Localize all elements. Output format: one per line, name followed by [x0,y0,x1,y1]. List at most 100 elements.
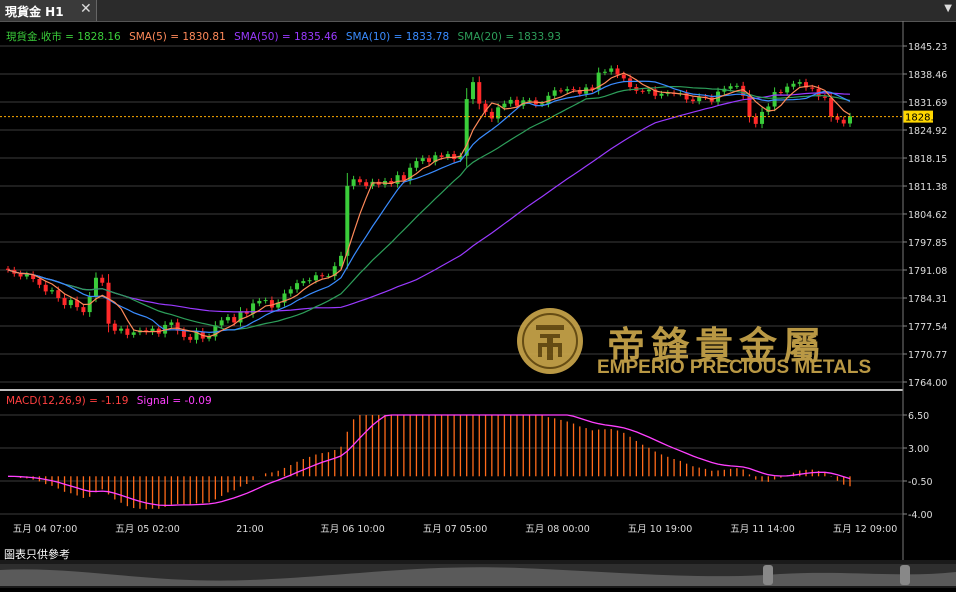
price-legend: 現貨金.收市 = 1828.16 SMA(5) = 1830.81 SMA(50… [6,30,561,43]
y-tick-label: 1797.85 [908,238,947,249]
legend-close: 現貨金.收市 = 1828.16 [6,30,121,43]
chevron-down-icon[interactable]: ▼ [944,3,952,14]
candle-body [414,161,419,168]
candle-body [18,273,23,277]
candle-body [219,320,224,326]
macd-legend-signal: Signal = -0.09 [137,395,212,407]
candle-body [364,182,369,186]
chart-scrollbar[interactable] [0,560,956,588]
candle-body [822,96,827,98]
candle-body [565,89,570,91]
x-tick-label: 五月 06 10:00 [320,524,385,535]
candle-body [609,68,614,72]
candle-body [49,290,54,292]
candle-body [602,71,607,73]
candle-body [320,275,325,277]
candle-body [690,99,695,102]
candle-body [269,300,274,308]
candle-body [772,92,777,107]
candle-body [445,154,450,157]
y-tick-label: 1804.62 [908,210,947,221]
candle-body [401,175,406,181]
candle-body [263,300,268,302]
current-price-label: 1828.16 [905,113,946,124]
x-tick-label: 21:00 [236,524,263,535]
macd-y-tick-label: 6.50 [908,411,929,422]
candle-body [829,97,834,117]
chart-tab[interactable]: 現貨金 H1 ✕ [0,0,97,21]
y-tick-label: 1818.15 [908,154,947,165]
candle-body [313,275,318,281]
scrollbar-preview [0,564,956,586]
sma20-line [7,85,851,331]
candle-body [351,179,356,186]
candle-body [615,68,620,75]
candle-body [37,279,42,285]
x-tick-label: 五月 05 02:00 [115,524,180,535]
candle-body [131,332,136,335]
candle-body [502,103,507,108]
scrollbar-left-handle[interactable] [763,565,773,585]
macd-grid [0,414,903,515]
candle-body [345,185,350,256]
candle-body [628,78,633,88]
candle-body [791,83,796,87]
y-tick-label: 1784.31 [908,294,947,305]
y-tick-label: 1811.38 [908,182,947,193]
candle-body [734,85,739,87]
candle-body [848,116,852,124]
moving-averages [7,72,851,338]
candle-body [558,90,563,92]
y-tick-label: 1770.77 [908,350,947,361]
candle-body [81,307,86,313]
candle-body [301,281,306,284]
candle-body [257,300,262,304]
close-icon[interactable]: ✕ [80,1,92,17]
x-tick-label: 五月 04 07:00 [13,524,78,535]
candle-body [810,87,815,89]
candle-body [427,158,431,162]
candle-body [295,283,300,290]
candle-body [307,280,312,282]
candle-body [571,89,576,91]
candle-body [357,179,362,183]
candle-body [125,328,130,335]
candle-body [841,119,846,124]
x-tick-label: 五月 11 14:00 [730,524,795,535]
candle-body [169,322,174,325]
macd-y-tick-label: 3.00 [908,444,929,455]
candle-body [477,82,482,104]
y-tick-label: 1824.92 [908,126,947,137]
x-tick-label: 五月 07 05:00 [423,524,488,535]
candle-body [68,300,73,306]
tab-bar: 現貨金 H1 ✕ ▼ [0,0,956,22]
candle-body [112,323,117,331]
chart-area: 帝鋒貴金屬 EMPERIO PRECIOUS METALS 1828.16 18… [0,21,947,560]
legend-sma20: SMA(20) = 1833.93 [458,31,561,43]
x-tick-label: 五月 12 09:00 [833,524,898,535]
y-tick-label: 1764.00 [908,378,947,389]
watermark-english: EMPERIO PRECIOUS METALS [597,357,871,378]
macd-legend-value: MACD(12,26,9) = -1.19 [6,395,128,407]
candle-body [452,154,457,160]
candle-body [753,116,758,124]
candle-body [439,155,444,157]
candle-body [646,89,651,92]
scrollbar-right-handle[interactable] [900,565,910,585]
sma50-line [7,92,851,313]
candle-body [232,317,237,323]
candle-body [621,74,626,79]
candle-body [420,158,425,162]
candle-body [760,111,765,124]
macd-legend: MACD(12,26,9) = -1.19 Signal = -0.09 [6,395,212,407]
candle-body [778,92,783,94]
candle-body [56,290,61,299]
candle-body [106,282,111,324]
candle-body [225,317,230,321]
candle-body [181,330,186,337]
candle-body [395,175,400,184]
candle-body [24,274,29,277]
candle-body [728,86,733,89]
watermark: 帝鋒貴金屬 EMPERIO PRECIOUS METALS [517,308,871,378]
macd-y-tick-label: -4.00 [908,510,933,521]
